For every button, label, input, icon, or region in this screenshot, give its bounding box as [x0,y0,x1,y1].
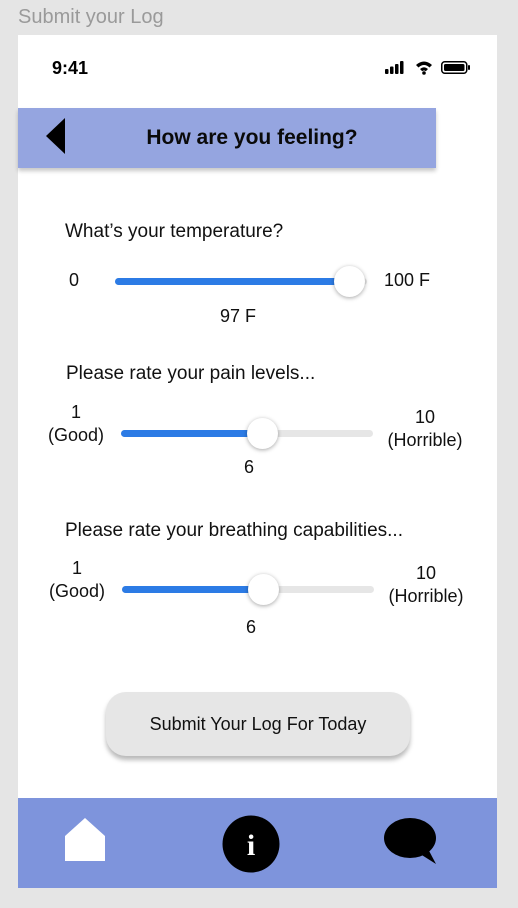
breathing-min-label: 1 (Good) [45,557,109,603]
bottom-tab-bar: i [18,798,497,888]
pain-max-description: (Horrible) [387,430,463,450]
page-title: How are you feeling? [146,126,358,149]
pain-slider-fill [121,430,263,437]
pain-slider-thumb[interactable] [247,418,279,449]
breathing-question: Please rate your breathing capabilities.… [65,520,403,541]
submit-log-button[interactable]: Submit Your Log For Today [106,692,410,756]
pain-min-number: 1 [70,402,81,422]
breathing-min-description: (Good) [48,581,106,601]
status-icons [385,61,470,75]
breathing-max-description: (Horrible) [388,586,464,606]
breathing-slider[interactable] [122,574,374,605]
pain-question: Please rate your pain levels... [66,363,316,384]
pain-min-label: 1 (Good) [44,401,108,447]
breathing-slider-fill [122,586,264,593]
pain-min-description: (Good) [47,425,105,445]
svg-text:i: i [247,829,255,862]
temperature-slider-fill [115,278,350,285]
wifi-icon [416,61,432,75]
phone-screen: 9:41 How are you feeling? What’s your te… [18,35,497,888]
temperature-slider[interactable] [115,266,367,297]
home-icon[interactable] [64,817,106,862]
chat-bubble-icon[interactable] [383,817,438,865]
temperature-min-label: 0 [69,270,80,290]
temperature-question: What’s your temperature? [65,221,284,242]
temperature-slider-thumb[interactable] [334,266,366,297]
breathing-slider-thumb[interactable] [248,574,280,605]
pain-value: 6 [244,457,255,477]
page-header: How are you feeling? [18,108,436,168]
pain-slider[interactable] [121,418,373,449]
temperature-max-label: 100 F [384,270,431,290]
back-arrow-icon[interactable] [44,116,68,156]
signal-icon [385,61,404,74]
breathing-max-number: 10 [415,563,437,583]
pain-max-number: 10 [414,407,436,427]
breathing-value: 6 [246,617,257,637]
breathing-min-number: 1 [71,558,82,578]
status-time: 9:41 [52,58,89,78]
frame-label: Submit your Log [18,6,164,28]
info-icon[interactable]: i [222,815,280,873]
breathing-max-label: 10 (Horrible) [380,562,472,608]
temperature-value: 97 F [220,306,257,326]
battery-icon [441,61,470,74]
pain-max-label: 10 (Horrible) [379,406,471,452]
